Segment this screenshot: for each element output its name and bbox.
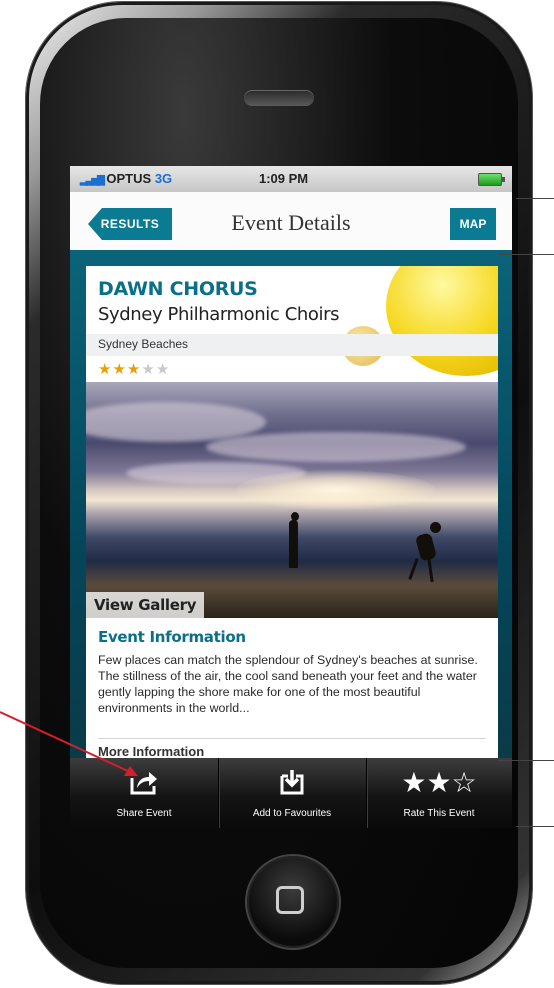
tab-bar: Share Event Add to Favourites ★★☆ Rate T… xyxy=(70,758,512,828)
page-title: Event Details xyxy=(231,210,351,235)
more-information-link[interactable]: More Information xyxy=(98,744,204,759)
carrier-name: OPTUS xyxy=(106,171,152,186)
star-filled-icon: ★ xyxy=(126,361,142,378)
event-rating-stars: ★★★★★ xyxy=(98,360,170,378)
add-to-favourites-label: Add to Favourites xyxy=(252,808,332,819)
photo-sunrise-glow xyxy=(236,470,436,510)
photo-child-leg xyxy=(427,557,434,583)
carrier-label: ▂▃▅▇ OPTUS 3G xyxy=(80,171,172,186)
callout-line xyxy=(498,254,554,255)
signal-bars-icon: ▂▃▅▇ xyxy=(80,175,105,186)
share-event-tab[interactable]: Share Event xyxy=(70,758,219,828)
event-information-heading: Event Information xyxy=(98,628,246,646)
app-screen: ▂▃▅▇ OPTUS 3G 1:09 PM RESULTS Event Deta… xyxy=(70,166,512,828)
balloon-graphic xyxy=(386,266,498,376)
status-bar: ▂▃▅▇ OPTUS 3G 1:09 PM xyxy=(70,166,512,192)
event-card: DAWN CHORUS Sydney Philharmonic Choirs S… xyxy=(86,266,498,766)
network-type: 3G xyxy=(154,171,173,186)
view-gallery-button[interactable]: View Gallery xyxy=(86,592,205,618)
photo-child-silhouette xyxy=(414,532,438,562)
star-filled-icon: ★ xyxy=(112,361,127,378)
star-filled-icon: ★ xyxy=(98,361,113,378)
photo-child-head xyxy=(430,522,441,533)
photo-cloud xyxy=(206,432,466,462)
share-event-label: Share Event xyxy=(116,808,172,819)
event-venue: Sydney Beaches xyxy=(98,337,189,351)
stars-rating-icon: ★★☆ xyxy=(366,768,512,798)
map-button[interactable]: MAP xyxy=(450,208,496,240)
add-favourite-icon xyxy=(218,768,366,802)
star-filled-icon: ★ xyxy=(426,767,452,798)
rate-event-tab[interactable]: ★★☆ Rate This Event xyxy=(366,758,512,828)
star-empty-icon: ★ xyxy=(141,361,156,378)
event-information-text: Few places can match the splendour of Sy… xyxy=(98,653,478,715)
add-to-favourites-tab[interactable]: Add to Favourites xyxy=(218,758,367,828)
event-title: DAWN CHORUS xyxy=(98,278,258,300)
rate-event-label: Rate This Event xyxy=(403,808,475,819)
divider xyxy=(98,738,486,739)
earpiece-speaker xyxy=(244,90,314,106)
callout-line xyxy=(516,826,554,827)
callout-line xyxy=(516,198,554,199)
navigation-bar: RESULTS Event Details MAP xyxy=(70,192,512,251)
star-filled-icon: ★ xyxy=(401,767,427,798)
event-photo[interactable]: View Gallery xyxy=(86,382,498,618)
battery-icon xyxy=(478,173,505,186)
star-empty-icon: ☆ xyxy=(451,767,477,798)
photo-person-silhouette xyxy=(289,520,298,568)
status-time: 1:09 PM xyxy=(259,171,309,186)
home-button-icon xyxy=(276,886,304,914)
star-empty-icon: ★ xyxy=(155,361,171,378)
photo-person-head xyxy=(291,512,299,521)
event-subtitle: Sydney Philharmonic Choirs xyxy=(98,304,340,325)
share-icon xyxy=(70,768,218,802)
callout-line xyxy=(498,760,554,761)
photo-child-leg xyxy=(408,558,419,580)
